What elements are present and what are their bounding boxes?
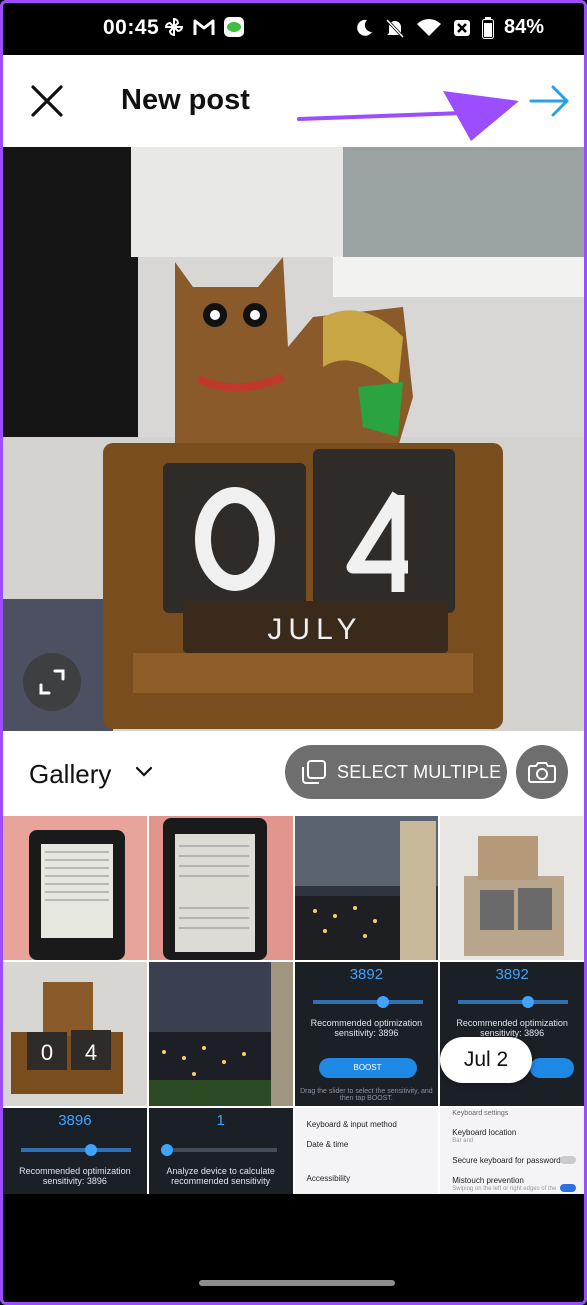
tile-caption: Analyze device to calculate recommended … xyxy=(166,1166,275,1186)
gallery-grid: 04 3892 Recommended optimization sensiti… xyxy=(3,816,584,1194)
chevron-down-icon[interactable] xyxy=(134,765,154,779)
settings-item: Keyboard & input method xyxy=(306,1120,397,1129)
selected-photo-preview[interactable]: JULY xyxy=(3,147,584,731)
status-bar: 00:45 84% xyxy=(3,3,584,55)
thumbnail-slider-screen[interactable]: 3896 Recommended optimization sensitivit… xyxy=(3,1108,147,1194)
battery-level: 84% xyxy=(503,16,544,38)
preview-photo-illustration: JULY xyxy=(3,147,584,731)
thumbnail-settings-list[interactable]: Keyboard & input method Date & time Acce… xyxy=(294,1108,439,1194)
settings-item: Keyboard location xyxy=(452,1128,517,1137)
expand-crop-button[interactable] xyxy=(23,653,81,711)
notification-icons xyxy=(163,16,245,38)
svg-text:JULY: JULY xyxy=(267,613,362,646)
multi-select-icon xyxy=(302,760,326,784)
svg-text:4: 4 xyxy=(85,1040,97,1065)
thumbnail-slider-screen-2[interactable]: 1 Analyze device to calculate recommende… xyxy=(148,1108,293,1194)
thumbnail-kindle-2[interactable] xyxy=(148,816,293,960)
thumbnail-night-city[interactable] xyxy=(294,816,439,960)
pinwheel-icon xyxy=(164,17,184,37)
gallery-source-dropdown[interactable]: Gallery xyxy=(29,759,111,790)
thumbnail-night-city-2[interactable] xyxy=(148,962,293,1106)
new-post-header: New post xyxy=(3,55,584,147)
tile-boost-button: BOOST xyxy=(318,1058,417,1078)
thumbnail-kindle-1[interactable] xyxy=(3,816,147,960)
gmail-icon xyxy=(193,19,215,35)
tile-caption: Recommended optimization sensitivity: 38… xyxy=(19,1166,131,1186)
settings-item: Secure keyboard for passwords xyxy=(452,1156,565,1165)
wifi-icon xyxy=(416,18,441,36)
annotation-arrow-icon xyxy=(297,91,519,141)
home-gesture-bar[interactable] xyxy=(199,1280,395,1286)
close-icon[interactable] xyxy=(27,81,67,121)
settings-subtext: Bar and xyxy=(452,1138,474,1144)
settings-item: Mistouch prevention xyxy=(452,1176,524,1185)
tile-caption: Recommended optimization sensitivity: 38… xyxy=(310,1018,423,1038)
settings-item: Date & time xyxy=(306,1140,349,1149)
tile-number: 3892 xyxy=(349,966,384,983)
tile-number: 3896 xyxy=(58,1112,92,1129)
camera-icon xyxy=(528,762,556,783)
status-time: 00:45 xyxy=(103,16,160,39)
moon-icon xyxy=(357,19,372,36)
settings-item: Accessibility xyxy=(306,1174,351,1183)
tile-footnote: Drag the slider to select the sensitivit… xyxy=(300,1088,433,1102)
svg-text:0: 0 xyxy=(41,1040,53,1065)
thumbnail-keyboard-settings[interactable]: Keyboard settings Keyboard location Bar … xyxy=(440,1108,584,1194)
select-multiple-button[interactable]: SELECT MULTIPLE xyxy=(285,745,507,799)
camera-button[interactable] xyxy=(516,745,568,799)
thumbnail-boost-screen[interactable]: 3892 Recommended optimization sensitivit… xyxy=(294,962,439,1106)
nosim-icon xyxy=(453,19,470,36)
thumbnail-boost-screen-2[interactable]: 3892 Recommended optimization sensitivit… xyxy=(440,962,584,1106)
line-icon xyxy=(224,17,244,37)
select-multiple-label: SELECT MULTIPLE xyxy=(337,761,502,782)
bell-off-icon xyxy=(385,18,405,38)
navigation-area xyxy=(3,1194,584,1302)
page-title: New post xyxy=(121,84,250,116)
settings-header: Keyboard settings xyxy=(452,1110,509,1117)
thumbnail-calendar-faded[interactable] xyxy=(440,816,584,960)
system-icons: 84% xyxy=(354,16,544,39)
date-scrubber-chip: Jul 2 xyxy=(440,1037,532,1083)
battery-icon xyxy=(481,16,494,39)
expand-icon xyxy=(39,669,65,695)
tile-caption: Recommended optimization sensitivity: 38… xyxy=(456,1018,568,1038)
thumbnail-calendar[interactable]: 04 xyxy=(3,962,147,1106)
gallery-bar: Gallery SELECT MULTIPLE xyxy=(3,731,584,815)
tile-number: 1 xyxy=(216,1112,225,1129)
tile-number: 3892 xyxy=(495,966,529,983)
settings-subtext: Swiping on the left or right edges of th… xyxy=(452,1186,557,1192)
app-frame: 00:45 84% New post JULY Gallery SELECT M… xyxy=(0,0,587,1305)
arrow-right-icon[interactable] xyxy=(527,83,571,119)
